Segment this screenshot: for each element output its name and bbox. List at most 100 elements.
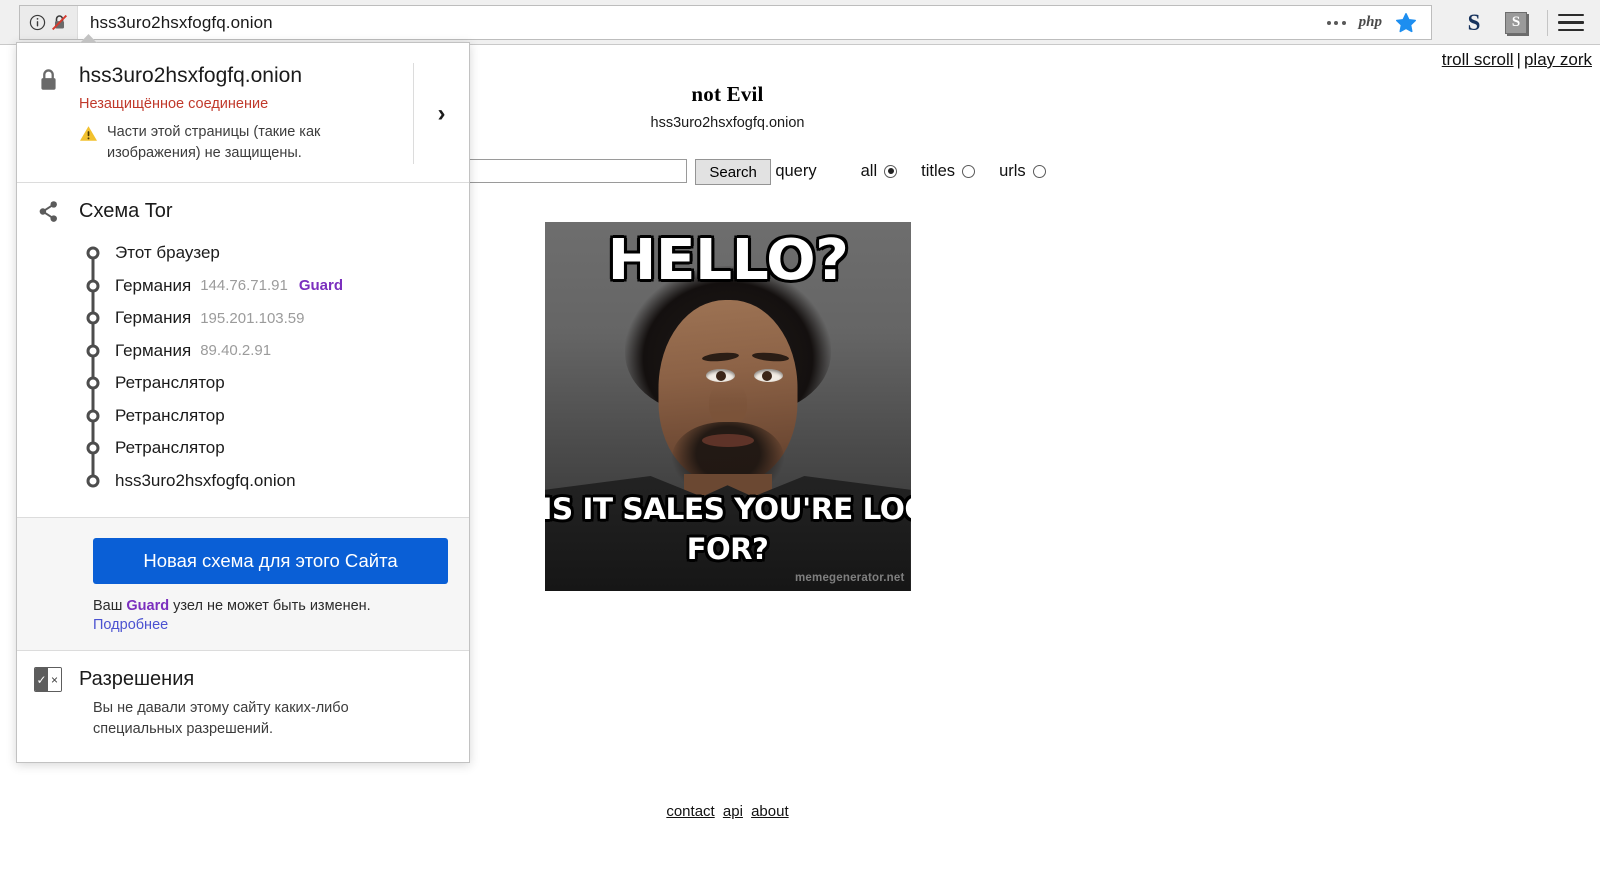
guard-note: Ваш Guard узел не может быть изменен. [93, 598, 469, 614]
link-play-zork[interactable]: play zork [1524, 50, 1592, 69]
scope-label-urls: urls [999, 162, 1026, 180]
meme-image: HELLO? IS IT SALES YOU'RE LOOKING FOR? m… [544, 222, 911, 591]
tor-node: Германия 195.201.103.59 [17, 302, 469, 351]
permissions-cross-glyph: × [48, 668, 61, 692]
lock-icon-wrap [17, 63, 79, 93]
tor-node: Германия 144.76.71.91 Guard [17, 270, 469, 319]
tor-node: Ретранслятор [17, 367, 469, 416]
meme-pupil-left [715, 371, 726, 381]
radio-titles[interactable] [962, 165, 976, 178]
scope-label-titles: titles [921, 162, 956, 180]
search-scope-options: query all titles urls [775, 162, 1046, 181]
radio-urls[interactable] [1032, 165, 1046, 178]
permissions-header: ✓ × Разрешения [17, 667, 469, 693]
tor-node-bullet [86, 279, 100, 293]
php-badge-icon[interactable]: php [1359, 14, 1382, 31]
scope-option-titles[interactable]: titles [921, 162, 976, 181]
tor-node-role: Guard [298, 277, 343, 295]
star-icon[interactable] [1395, 12, 1417, 34]
learn-more-link[interactable]: Подробнее [93, 617, 168, 633]
tor-node-label: Германия [115, 275, 192, 295]
tor-node: Ретранслятор [17, 400, 469, 449]
tor-node-label: Ретранслятор [115, 438, 225, 458]
meme-bottom-text-line2: FOR? [685, 531, 771, 566]
guard-note-after: узел не может быть изменен. [169, 598, 371, 615]
radio-all[interactable] [884, 165, 898, 178]
popup-tor-circuit-section: Схема Tor Этот браузер Германия 144.76.71.… [17, 183, 469, 519]
scope-option-all[interactable]: all [861, 162, 898, 181]
url-text[interactable]: hss3uro2hsxfogfq.onion [78, 13, 1327, 33]
meme-nose [708, 382, 747, 426]
guard-note-before: Ваш [93, 598, 127, 615]
extension-s-icon[interactable]: S [1453, 10, 1495, 36]
warning-triangle-icon [80, 126, 97, 141]
tor-node-label: Ретранслятор [115, 373, 225, 393]
info-icon [29, 14, 45, 31]
permissions-icon: ✓ × [34, 667, 62, 693]
footer-links: contact api about [0, 803, 1455, 820]
identity-host: hss3uro2hsxfogfq.onion [79, 64, 302, 87]
tor-node: Этот браузер [17, 237, 469, 286]
tor-node-bullet [86, 246, 100, 260]
browser-toolbar: hss3uro2hsxfogfq.onion php S S [0, 0, 1600, 45]
scope-label-all: all [860, 162, 878, 180]
lock-icon [40, 69, 56, 90]
tor-node-bullet [86, 311, 100, 325]
mixed-content-text: Части этой страницы (такие как изображен… [107, 124, 321, 162]
tor-node-bullet [86, 409, 100, 423]
tor-node: Германия 89.40.2.91 [17, 335, 469, 384]
identity-body: hss3uro2hsxfogfq.onion Незащищённое соед… [79, 63, 413, 164]
tor-node-ip: 89.40.2.91 [200, 342, 272, 360]
tor-node-bullet [86, 376, 100, 390]
tor-node-bullet [86, 441, 100, 455]
tor-node-list: Этот браузер Германия 144.76.71.91 Guard Гер… [17, 237, 469, 497]
permissions-body: Вы не давали этому сайту каких-либо спец… [93, 700, 349, 738]
top-links: troll scroll | play zork [1442, 50, 1592, 70]
tor-node-bullet [86, 474, 100, 488]
tor-node-label: Этот браузер [115, 243, 220, 263]
ellipsis-icon[interactable] [1326, 20, 1346, 25]
tor-circuit-title: Схема Tor [79, 200, 173, 223]
site-identity-popup: hss3uro2hsxfogfq.onion Незащищённое соед… [16, 34, 470, 764]
search-button[interactable]: Search [695, 159, 771, 185]
footer-link-api[interactable]: api [723, 803, 743, 820]
tor-circuit-icon [39, 201, 57, 223]
connection-status: Незащищённое соединение [79, 96, 269, 113]
top-links-separator: | [1516, 50, 1521, 69]
hamburger-icon[interactable] [1558, 13, 1584, 32]
identity-expand-button[interactable]: › [413, 63, 469, 165]
tor-circuit-icon-wrap [17, 199, 79, 224]
extension-s-box-glyph: S [1505, 11, 1527, 34]
permissions-title: Разрешения [79, 668, 195, 691]
footer-link-about[interactable]: about [751, 803, 789, 820]
urlbar-actions: php [1326, 12, 1431, 34]
meme-top-text: HELLO? [605, 228, 850, 293]
extension-toolbar: S S [1453, 5, 1600, 40]
broken-lock-icon [51, 14, 67, 31]
popup-identity-section: hss3uro2hsxfogfq.onion Незащищённое соед… [17, 43, 469, 184]
meme-bottom-text-line1: IS IT SALES YOU'RE LOOKING [545, 491, 911, 526]
tor-node: Ретранслятор [17, 432, 469, 481]
meme-watermark: memegenerator.net [795, 572, 905, 584]
scope-option-urls[interactable]: urls [999, 162, 1046, 181]
footer-link-contact[interactable]: contact [666, 803, 714, 820]
tor-node-label: Германия [115, 308, 192, 328]
guard-note-keyword: Guard [126, 598, 170, 615]
query-label: query [775, 162, 817, 180]
tor-circuit-header: Схема Tor [17, 199, 469, 224]
tor-node-bullet [86, 344, 100, 358]
meme-pupil-right [761, 371, 772, 381]
toolbar-divider [1547, 9, 1548, 36]
popup-new-circuit-section: Новая схема для этого Сайта Ваш Guard уз… [17, 518, 469, 652]
new-circuit-button[interactable]: Новая схема для этого Сайта [93, 538, 448, 585]
url-bar[interactable]: hss3uro2hsxfogfq.onion php [19, 5, 1432, 40]
permissions-icon-wrap: ✓ × [17, 667, 79, 693]
extension-s-box-icon[interactable]: S [1495, 11, 1537, 34]
tor-node-ip: 195.201.103.59 [200, 309, 305, 327]
tor-node-label: Ретранслятор [115, 405, 225, 425]
tor-node-label: Германия [115, 340, 192, 360]
permissions-check-glyph: ✓ [35, 668, 48, 692]
tor-node-ip: 144.76.71.91 [200, 277, 288, 295]
site-identity-button[interactable] [20, 6, 78, 39]
tor-node: hss3uro2hsxfogfq.onion [17, 465, 469, 498]
